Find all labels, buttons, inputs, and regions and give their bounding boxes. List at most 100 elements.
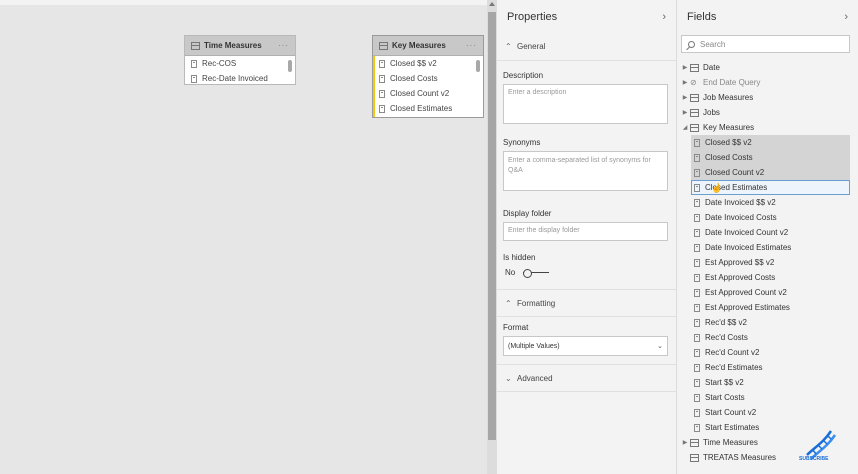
- card-scrollbar[interactable]: [288, 60, 292, 72]
- calculator-icon: [694, 333, 700, 342]
- field-table-date[interactable]: ▶ Date: [677, 60, 858, 75]
- field-label: Rec'd Costs: [705, 333, 748, 342]
- measure-item[interactable]: Date Invoiced Costs: [677, 210, 858, 225]
- display-folder-field[interactable]: Enter the display folder: [503, 222, 668, 241]
- search-input[interactable]: Search: [681, 35, 850, 53]
- collapse-pane-icon[interactable]: ›: [844, 11, 848, 23]
- table-card-title: Time Measures: [204, 41, 262, 50]
- properties-header: Properties ›: [497, 0, 676, 33]
- measure-item[interactable]: Closed Costs: [691, 150, 850, 165]
- model-canvas[interactable]: Time Measures ··· Rec-COS Rec-Date Invoi…: [0, 0, 487, 474]
- table-icon: [690, 453, 699, 462]
- field-label: Date Invoiced $$ v2: [705, 198, 776, 207]
- measure-item[interactable]: Est Approved Costs: [677, 270, 858, 285]
- section-label: Formatting: [517, 298, 556, 308]
- canvas-vertical-scrollbar[interactable]: [487, 0, 497, 474]
- section-advanced[interactable]: ⌄ Advanced: [497, 364, 676, 392]
- table-card-row[interactable]: Rec-COS: [185, 56, 295, 71]
- description-field[interactable]: Enter a description: [503, 84, 668, 124]
- calculator-icon: [694, 258, 700, 267]
- scroll-up-icon[interactable]: [489, 2, 495, 6]
- section-general[interactable]: ⌃ General: [497, 33, 676, 61]
- row-label: Rec-Date Invoiced: [202, 74, 268, 83]
- field-label: Est Approved Estimates: [705, 303, 790, 312]
- measure-item[interactable]: Rec'd Count v2: [677, 345, 858, 360]
- measure-item[interactable]: Date Invoiced $$ v2: [677, 195, 858, 210]
- table-card-time-measures[interactable]: Time Measures ··· Rec-COS Rec-Date Invoi…: [184, 35, 296, 85]
- field-label: Closed Count v2: [705, 168, 765, 177]
- table-icon: [191, 41, 200, 50]
- expand-icon[interactable]: ▶: [680, 94, 690, 101]
- measure-item[interactable]: Est Approved $$ v2: [677, 255, 858, 270]
- table-card-row[interactable]: Closed Costs: [373, 71, 483, 86]
- collapse-icon[interactable]: ◢: [680, 124, 690, 131]
- calculator-icon: [694, 378, 700, 387]
- synonyms-field[interactable]: Enter a comma-separated list of synonyms…: [503, 151, 668, 191]
- toggle-switch[interactable]: [523, 268, 550, 278]
- more-options-icon[interactable]: ···: [466, 41, 477, 50]
- table-card-key-measures[interactable]: Key Measures ··· Closed $$ v2 Closed Cos…: [372, 35, 484, 118]
- chevron-down-icon: ⌄: [505, 373, 512, 383]
- format-dropdown[interactable]: (Multiple Values) ⌄: [503, 336, 668, 356]
- table-card-header[interactable]: Time Measures ···: [185, 36, 295, 56]
- row-label: Rec-COS: [202, 59, 237, 68]
- chevron-up-icon: ⌃: [505, 298, 512, 308]
- calculator-icon: [694, 228, 700, 237]
- table-card-row[interactable]: Closed Estimates: [373, 101, 483, 116]
- calculator-icon: [694, 183, 700, 192]
- calculator-icon: [191, 74, 197, 83]
- field-label: Date Invoiced Costs: [705, 213, 777, 222]
- calculator-icon: [379, 59, 385, 68]
- more-options-icon[interactable]: ···: [278, 41, 289, 50]
- measure-item[interactable]: Rec'd Estimates: [677, 360, 858, 375]
- table-card-row[interactable]: Closed $$ v2: [373, 56, 483, 71]
- section-label: Advanced: [517, 373, 553, 383]
- calculator-icon: [379, 89, 385, 98]
- measure-item[interactable]: Start $$ v2: [677, 375, 858, 390]
- expand-icon[interactable]: ▶: [680, 439, 690, 446]
- measure-item[interactable]: Est Approved Count v2: [677, 285, 858, 300]
- search-placeholder: Search: [700, 39, 726, 49]
- measure-item[interactable]: Date Invoiced Count v2: [677, 225, 858, 240]
- measure-item[interactable]: Closed Count v2: [691, 165, 850, 180]
- section-formatting[interactable]: ⌃ Formatting: [497, 289, 676, 317]
- measure-item[interactable]: Start Count v2: [677, 405, 858, 420]
- expand-icon[interactable]: ▶: [680, 64, 690, 71]
- calculator-icon: [694, 408, 700, 417]
- row-label: Closed Count v2: [390, 89, 450, 98]
- measure-item[interactable]: Rec'd Costs: [677, 330, 858, 345]
- field-label: Start Estimates: [705, 423, 760, 432]
- is-hidden-toggle[interactable]: No: [497, 268, 676, 278]
- description-label: Description: [503, 71, 544, 80]
- card-scrollbar[interactable]: [476, 60, 480, 72]
- scrollbar-thumb[interactable]: [488, 12, 496, 440]
- measure-item[interactable]: Closed $$ v2: [691, 135, 850, 150]
- expand-icon[interactable]: ▶: [680, 109, 690, 116]
- fields-pane: Fields › Search ▶ Date ▶ ⊘ End Date Query ▶…: [677, 0, 858, 474]
- calculator-icon: [694, 138, 700, 147]
- collapse-pane-icon[interactable]: ›: [662, 11, 666, 23]
- table-card-title: Key Measures: [392, 41, 446, 50]
- table-icon: [690, 123, 699, 132]
- expand-icon[interactable]: ▶: [680, 79, 690, 86]
- field-table-job-measures[interactable]: ▶ Job Measures: [677, 90, 858, 105]
- field-label: TREATAS Measures: [703, 453, 777, 462]
- table-card-row[interactable]: Closed Count v2: [373, 86, 483, 101]
- field-table-key-measures[interactable]: ◢ Key Measures: [677, 120, 858, 135]
- measure-item[interactable]: Est Approved Estimates: [677, 300, 858, 315]
- table-card-row[interactable]: Rec-Date Invoiced: [185, 71, 295, 86]
- subscribe-label[interactable]: SUBSCRIBE: [799, 456, 828, 462]
- field-label: Closed Costs: [705, 153, 753, 162]
- field-table-jobs[interactable]: ▶ Jobs: [677, 105, 858, 120]
- measure-item[interactable]: Date Invoiced Estimates: [677, 240, 858, 255]
- table-card-header[interactable]: Key Measures ···: [373, 36, 483, 56]
- calculator-icon: [694, 423, 700, 432]
- measure-item[interactable]: Start Costs: [677, 390, 858, 405]
- field-label: Est Approved $$ v2: [705, 258, 775, 267]
- chevron-up-icon: ⌃: [505, 42, 512, 51]
- field-table-end-date-query[interactable]: ▶ ⊘ End Date Query: [677, 75, 858, 90]
- measure-item[interactable]: Closed Estimates ☝: [691, 180, 850, 195]
- row-label: Closed Costs: [390, 74, 438, 83]
- measure-item[interactable]: Rec'd $$ v2: [677, 315, 858, 330]
- display-folder-placeholder: Enter the display folder: [508, 227, 580, 234]
